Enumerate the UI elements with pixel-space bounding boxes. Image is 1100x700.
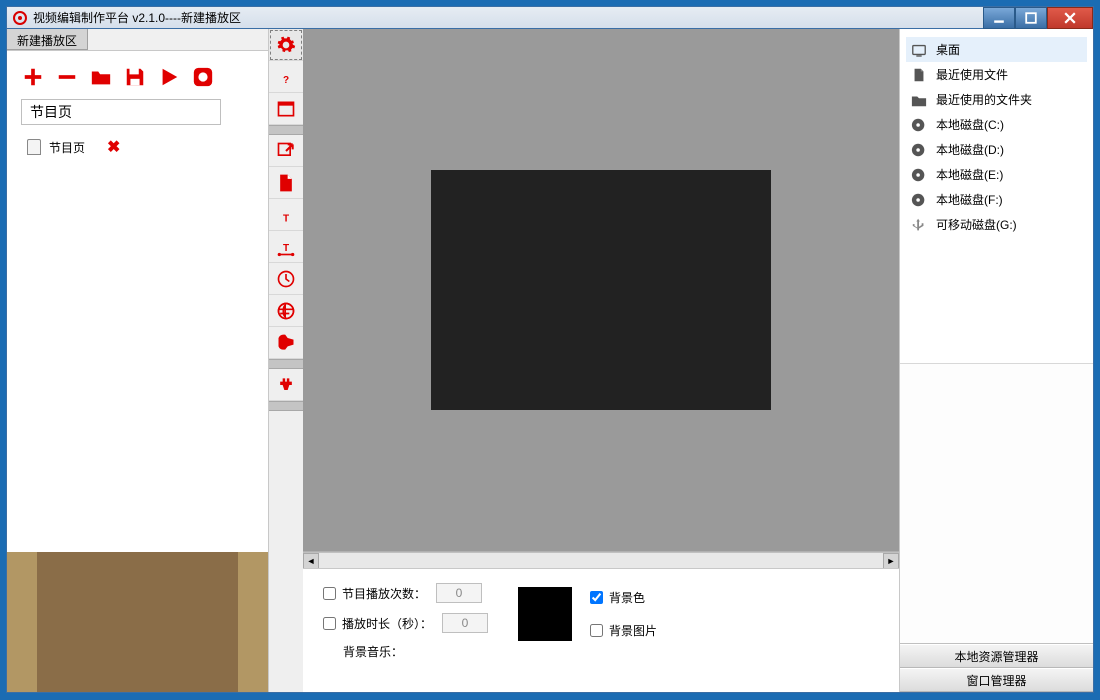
- tree-item-label: 本地磁盘(F:): [936, 191, 1003, 208]
- play-count-input: [436, 583, 482, 603]
- plugin-tool[interactable]: [269, 369, 303, 401]
- file-icon: [910, 67, 928, 83]
- bgimage-label: 背景图片: [609, 622, 657, 639]
- text-tool[interactable]: T: [269, 199, 303, 231]
- usb-icon: [910, 217, 928, 233]
- disk-icon: [910, 142, 928, 158]
- duration-label: 播放时长（秒）：: [342, 615, 432, 632]
- svg-text:T: T: [283, 243, 289, 254]
- tree-item-label: 桌面: [936, 41, 960, 58]
- close-button[interactable]: [1047, 7, 1093, 29]
- canvas-area[interactable]: [303, 29, 899, 552]
- app-logo-icon: [13, 11, 27, 25]
- disk-icon: [910, 117, 928, 133]
- text-style-tool[interactable]: T: [269, 231, 303, 263]
- play-button[interactable]: [157, 65, 181, 89]
- center-panel: ◄ ► 节目播放次数： 播放时长（秒）： 背景音乐：: [303, 29, 899, 692]
- clock-tool[interactable]: [269, 263, 303, 295]
- tree-item[interactable]: 本地磁盘(F:): [906, 187, 1087, 212]
- scroll-left-icon[interactable]: ◄: [303, 553, 319, 569]
- tree-item-label: 本地磁盘(E:): [936, 166, 1003, 183]
- left-tab-strip: 新建播放区: [7, 29, 268, 51]
- tree-item[interactable]: 本地磁盘(C:): [906, 112, 1087, 137]
- monitor-icon: [910, 42, 928, 58]
- tree-item[interactable]: 桌面: [906, 37, 1087, 62]
- tree-item-label: 最近使用的文件夹: [936, 91, 1032, 108]
- tree-item[interactable]: 可移动磁盘(G:): [906, 212, 1087, 237]
- local-resource-button[interactable]: 本地资源管理器: [900, 644, 1093, 668]
- bgimage-field[interactable]: 背景图片: [590, 622, 657, 639]
- play-count-checkbox[interactable]: [323, 587, 336, 600]
- window-tool[interactable]: [269, 93, 303, 125]
- duration-checkbox[interactable]: [323, 617, 336, 630]
- play-count-label: 节目播放次数：: [342, 585, 426, 602]
- camera-tool[interactable]: [269, 327, 303, 359]
- window-controls: [983, 7, 1093, 29]
- tree-item-label: 本地磁盘(D:): [936, 141, 1004, 158]
- folder-icon: [910, 92, 928, 108]
- right-panel: 桌面最近使用文件最近使用的文件夹本地磁盘(C:) 本地磁盘(D:) 本地磁盘(E:)…: [899, 29, 1093, 692]
- disk-icon: [910, 192, 928, 208]
- properties-panel: 节目播放次数： 播放时长（秒）： 背景音乐： 背景色: [303, 568, 899, 692]
- resource-tree: 桌面最近使用文件最近使用的文件夹本地磁盘(C:) 本地磁盘(D:) 本地磁盘(E:)…: [900, 29, 1093, 363]
- tree-item-label: 可移动磁盘(G:): [936, 216, 1017, 233]
- settings-tool[interactable]: [269, 29, 303, 61]
- page-item-label: 节目页: [49, 139, 85, 156]
- tree-item-label: 本地磁盘(C:): [936, 116, 1004, 133]
- svg-text:T: T: [283, 213, 289, 224]
- svg-text:?: ?: [283, 74, 289, 85]
- maximize-button[interactable]: [1015, 7, 1047, 29]
- save-button[interactable]: [123, 65, 147, 89]
- tree-item[interactable]: 本地磁盘(E:): [906, 162, 1087, 187]
- tree-item[interactable]: 最近使用文件: [906, 62, 1087, 87]
- bgcolor-checkbox[interactable]: [590, 591, 603, 604]
- file-tool[interactable]: [269, 167, 303, 199]
- preview-strip: [7, 552, 268, 692]
- play-area-tab[interactable]: 新建播放区: [7, 29, 88, 50]
- minimize-button[interactable]: [983, 7, 1015, 29]
- bgcolor-field[interactable]: 背景色: [590, 589, 657, 606]
- tree-item-label: 最近使用文件: [936, 66, 1008, 83]
- disk-icon: [910, 167, 928, 183]
- export-tool[interactable]: [269, 135, 303, 167]
- bgimage-checkbox[interactable]: [590, 624, 603, 637]
- resource-preview: [900, 363, 1093, 643]
- open-button[interactable]: [89, 65, 113, 89]
- play-count-field[interactable]: 节目播放次数：: [323, 583, 488, 603]
- add-button[interactable]: [21, 65, 45, 89]
- web-tool[interactable]: [269, 295, 303, 327]
- duration-input: [442, 613, 488, 633]
- duration-field[interactable]: 播放时长（秒）：: [323, 613, 488, 633]
- help-tool[interactable]: ?: [269, 61, 303, 93]
- tree-item[interactable]: 本地磁盘(D:): [906, 137, 1087, 162]
- remove-button[interactable]: [55, 65, 79, 89]
- page-name-input[interactable]: [21, 99, 221, 125]
- tree-item[interactable]: 最近使用的文件夹: [906, 87, 1087, 112]
- vertical-toolbar: ? T T: [269, 29, 303, 692]
- left-panel: 新建播放区 节目页 ✖: [7, 29, 269, 692]
- bgm-label: 背景音乐：: [343, 643, 488, 660]
- bgcolor-label: 背景色: [609, 589, 645, 606]
- titlebar: 视频编辑制作平台 v2.1.0----新建播放区: [6, 6, 1094, 28]
- page-list-item[interactable]: 节目页 ✖: [7, 131, 268, 163]
- page-icon: [27, 139, 41, 155]
- left-toolbar: [7, 51, 268, 97]
- canvas-rect[interactable]: [431, 170, 771, 410]
- bgcolor-swatch[interactable]: [518, 587, 572, 641]
- record-button[interactable]: [191, 65, 215, 89]
- window-manager-button[interactable]: 窗口管理器: [900, 668, 1093, 692]
- window-title: 视频编辑制作平台 v2.1.0----新建播放区: [33, 9, 241, 26]
- horizontal-scrollbar[interactable]: ◄ ►: [303, 552, 899, 568]
- delete-page-icon[interactable]: ✖: [107, 137, 120, 157]
- scroll-right-icon[interactable]: ►: [883, 553, 899, 569]
